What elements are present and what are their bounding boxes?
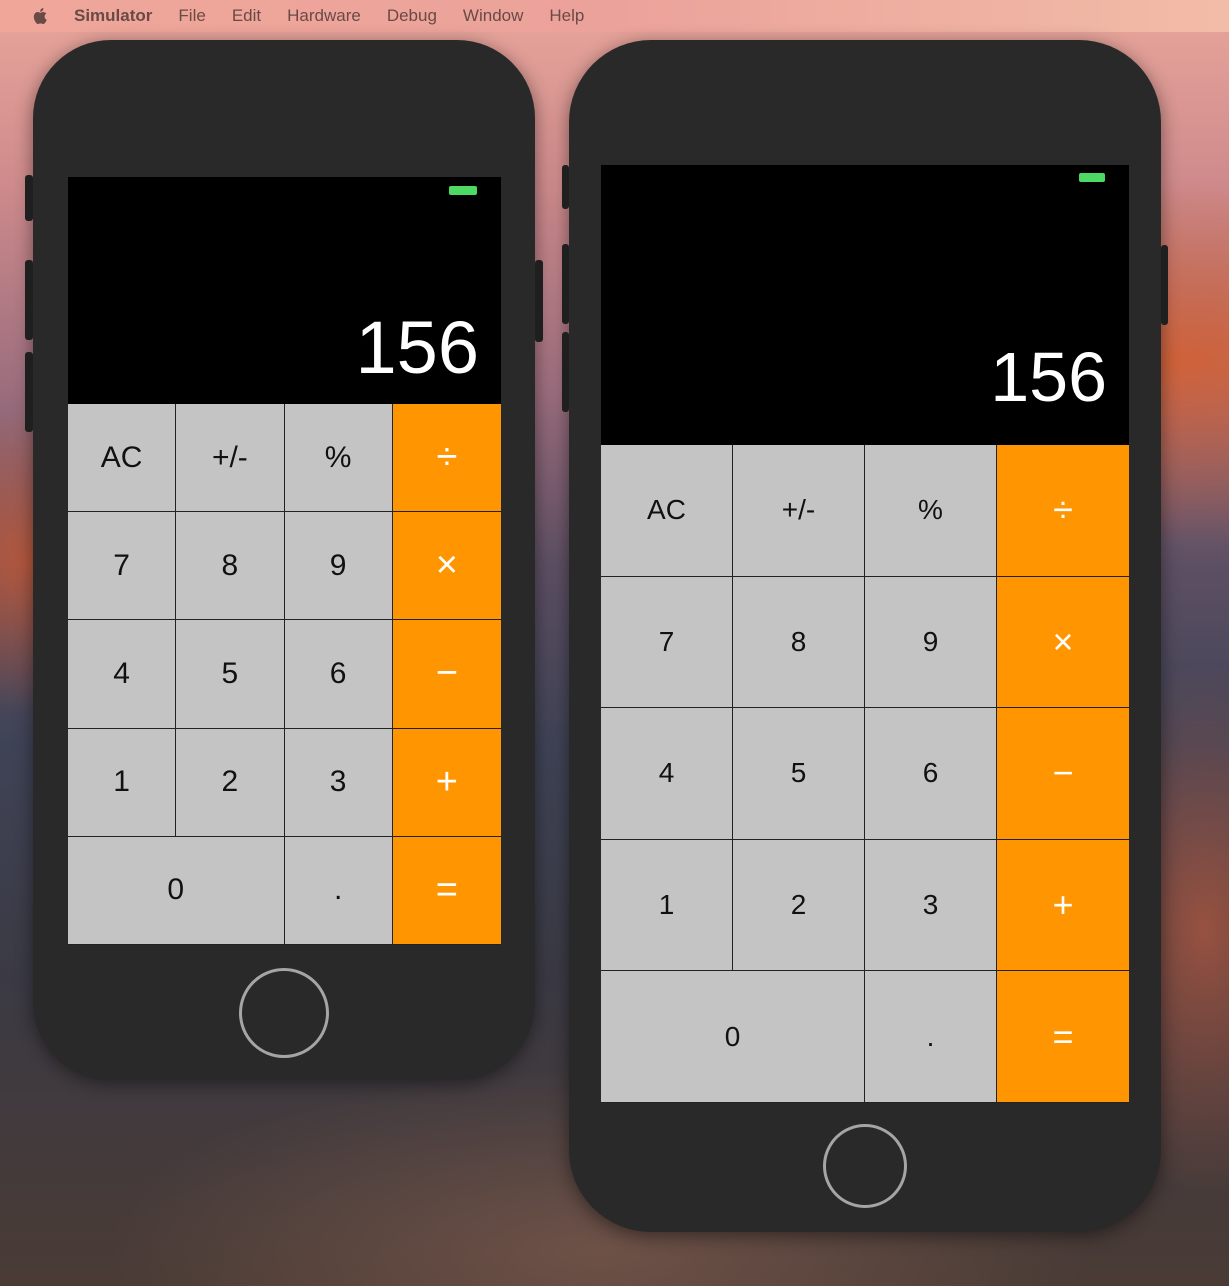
digit-5-button[interactable]: 5	[733, 708, 865, 840]
volume-down-button[interactable]	[25, 352, 33, 432]
digit-0-button[interactable]: 0	[68, 836, 285, 945]
divide-button[interactable]: ÷	[997, 445, 1129, 577]
minus-button[interactable]: −	[997, 708, 1129, 840]
home-button[interactable]	[239, 968, 329, 1058]
menu-help[interactable]: Help	[549, 6, 584, 26]
digit-1-button[interactable]: 1	[601, 839, 733, 972]
power-button[interactable]	[535, 260, 543, 342]
digit-0-button[interactable]: 0	[601, 971, 865, 1103]
equals-button[interactable]: =	[997, 971, 1129, 1103]
menu-window[interactable]: Window	[463, 6, 523, 26]
divide-button[interactable]: ÷	[392, 404, 501, 513]
digit-8-button[interactable]: 8	[176, 512, 285, 621]
multiply-button[interactable]: ×	[997, 576, 1129, 709]
battery-icon	[1079, 173, 1105, 182]
multiply-button[interactable]: ×	[392, 512, 501, 621]
menu-bar: Simulator File Edit Hardware Debug Windo…	[0, 0, 1229, 32]
percent-button[interactable]: %	[865, 445, 997, 577]
minus-button[interactable]: −	[392, 620, 501, 729]
digit-7-button[interactable]: 7	[68, 512, 177, 621]
ac-button[interactable]: AC	[601, 445, 733, 577]
apple-logo-icon[interactable]	[30, 6, 52, 26]
digit-6-button[interactable]: 6	[865, 708, 997, 840]
digit-8-button[interactable]: 8	[733, 576, 865, 709]
simulator-device-left: 156 AC +/- % ÷ 7 8 9 × 4 5 6 − 1 2 3 + 0…	[25, 40, 543, 1080]
keypad: AC +/- % ÷ 7 8 9 × 4 5 6 − 1 2 3 + 0 . =	[68, 404, 501, 945]
digit-5-button[interactable]: 5	[176, 620, 285, 729]
menu-simulator[interactable]: Simulator	[74, 6, 152, 26]
menu-debug[interactable]: Debug	[387, 6, 437, 26]
digit-9-button[interactable]: 9	[284, 512, 393, 621]
power-button[interactable]	[1161, 245, 1168, 325]
digit-3-button[interactable]: 3	[865, 839, 997, 972]
simulator-device-right: 156 AC +/- % ÷ 7 8 9 × 4 5 6 − 1 2 3 + 0…	[562, 40, 1168, 1232]
calculator-display: 156	[990, 338, 1107, 416]
mute-switch[interactable]	[25, 175, 33, 221]
percent-button[interactable]: %	[284, 404, 393, 513]
volume-down-button[interactable]	[562, 332, 569, 412]
digit-4-button[interactable]: 4	[68, 620, 177, 729]
home-button[interactable]	[823, 1124, 907, 1208]
menu-hardware[interactable]: Hardware	[287, 6, 361, 26]
calculator-screen: 156 AC +/- % ÷ 7 8 9 × 4 5 6 − 1 2 3 + 0…	[68, 177, 501, 945]
menu-file[interactable]: File	[178, 6, 205, 26]
plus-button[interactable]: +	[392, 728, 501, 837]
plus-button[interactable]: +	[997, 839, 1129, 972]
decimal-button[interactable]: .	[865, 971, 997, 1103]
digit-2-button[interactable]: 2	[733, 839, 865, 972]
volume-up-button[interactable]	[562, 244, 569, 324]
calculator-screen: 156 AC +/- % ÷ 7 8 9 × 4 5 6 − 1 2 3 + 0…	[601, 165, 1129, 1103]
volume-up-button[interactable]	[25, 260, 33, 340]
digit-3-button[interactable]: 3	[284, 728, 393, 837]
decimal-button[interactable]: .	[284, 836, 393, 945]
digit-1-button[interactable]: 1	[68, 728, 177, 837]
digit-2-button[interactable]: 2	[176, 728, 285, 837]
menu-edit[interactable]: Edit	[232, 6, 261, 26]
digit-6-button[interactable]: 6	[284, 620, 393, 729]
digit-4-button[interactable]: 4	[601, 708, 733, 840]
sign-toggle-button[interactable]: +/-	[733, 445, 865, 577]
mute-switch[interactable]	[562, 165, 569, 209]
sign-toggle-button[interactable]: +/-	[176, 404, 285, 513]
equals-button[interactable]: =	[392, 836, 501, 945]
keypad: AC +/- % ÷ 7 8 9 × 4 5 6 − 1 2 3 + 0 . =	[601, 445, 1129, 1103]
battery-icon	[449, 186, 477, 195]
calculator-display: 156	[355, 306, 479, 389]
digit-9-button[interactable]: 9	[865, 576, 997, 709]
ac-button[interactable]: AC	[68, 404, 177, 513]
digit-7-button[interactable]: 7	[601, 576, 733, 709]
